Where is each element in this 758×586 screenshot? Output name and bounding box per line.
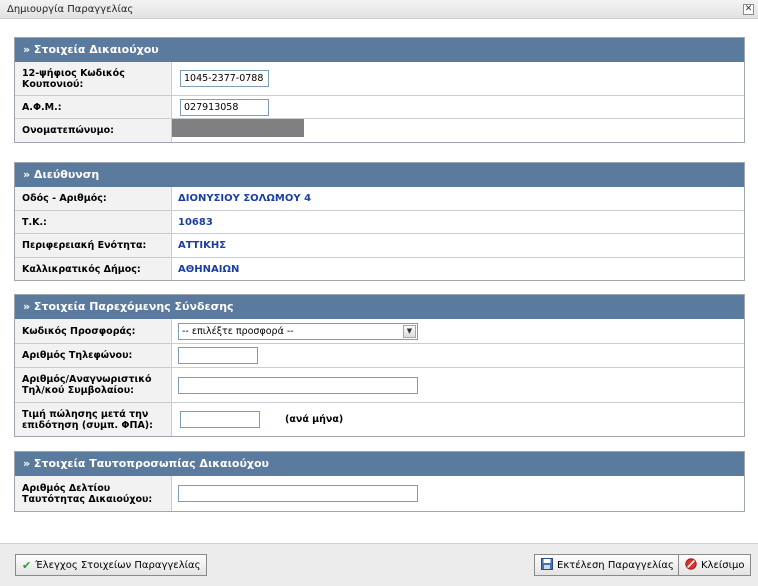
afm-row: Α.Φ.Μ.:	[15, 95, 744, 118]
redacted-name	[172, 119, 304, 137]
section-header: » Στοιχεία Ταυτοπροσωπίας Δικαιούχου	[15, 452, 744, 476]
window-title: Δημιουργία Παραγγελίας	[7, 4, 134, 15]
contract-label: Αριθμός/Αναγνωριστικό Τηλ/κού Συμβολαίου…	[15, 368, 172, 402]
id-input[interactable]	[178, 485, 418, 502]
address-section: » Διεύθυνση Οδός - Αριθμός: ΔΙΟΝΥΣΙΟΥ ΣΟ…	[14, 162, 745, 281]
offer-selected-value: -- επιλέξτε προσφορά --	[182, 325, 294, 337]
execute-order-label: Εκτέλεση Παραγγελίας	[557, 559, 674, 571]
street-value: ΔΙΟΝΥΣΙΟΥ ΣΟΛΩΜΟΥ 4	[178, 193, 312, 204]
price-suffix: (ανά μήνα)	[285, 414, 344, 425]
close-label: Κλείσιμο	[701, 559, 745, 571]
id-label: Αριθμός Δελτίου Ταυτότητας Δικαιούχου:	[15, 476, 172, 511]
street-row: Οδός - Αριθμός: ΔΙΟΝΥΣΙΟΥ ΣΟΛΩΜΟΥ 4	[15, 187, 744, 210]
afm-input[interactable]	[180, 98, 269, 116]
section-header: » Στοιχεία Παρεχόμενης Σύνδεσης	[15, 295, 744, 319]
contract-row: Αριθμός/Αναγνωριστικό Τηλ/κού Συμβολαίου…	[15, 367, 744, 402]
region-value: ΑΤΤΙΚΗΣ	[178, 240, 227, 251]
offer-label: Κωδικός Προσφοράς:	[15, 319, 172, 343]
form-content: » Στοιχεία Δικαιούχου 12-ψήφιος Κωδικός …	[0, 19, 758, 543]
coupon-row: 12-ψήφιος Κωδικός Κουπονιού:	[15, 62, 744, 95]
close-button[interactable]: Κλείσιμο	[678, 554, 752, 576]
region-row: Περιφερειακή Ενότητα: ΑΤΤΙΚΗΣ	[15, 233, 744, 257]
coupon-label: 12-ψήφιος Κωδικός Κουπονιού:	[15, 62, 172, 95]
coupon-input[interactable]	[180, 70, 269, 87]
beneficiary-section: » Στοιχεία Δικαιούχου 12-ψήφιος Κωδικός …	[14, 37, 745, 143]
zip-value: 10683	[178, 216, 213, 228]
street-label: Οδός - Αριθμός:	[15, 187, 172, 210]
check-order-button[interactable]: ✔ Έλεγχος Στοιχείων Παραγγελίας	[15, 554, 208, 576]
section-header: » Στοιχεία Δικαιούχου	[15, 38, 744, 62]
zip-row: Τ.Κ.: 10683	[15, 210, 744, 233]
phone-label: Αριθμός Τηλεφώνου:	[15, 344, 172, 367]
price-row: Τιμή πώλησης μετά την επιδότηση (συμπ. Φ…	[15, 402, 744, 436]
name-label: Ονοματεπώνυμο:	[15, 119, 172, 142]
no-entry-icon	[685, 557, 697, 573]
offer-row: Κωδικός Προσφοράς: -- επιλέξτε προσφορά …	[15, 319, 744, 343]
contract-input[interactable]	[178, 376, 418, 394]
offer-select[interactable]: -- επιλέξτε προσφορά -- ▼	[178, 322, 418, 340]
price-label: Τιμή πώλησης μετά την επιδότηση (συμπ. Φ…	[15, 403, 172, 436]
floppy-icon	[541, 557, 553, 573]
section-header: » Διεύθυνση	[15, 163, 744, 187]
phone-input[interactable]	[178, 347, 258, 364]
phone-row: Αριθμός Τηλεφώνου:	[15, 343, 744, 367]
municipality-label: Καλλικρατικός Δήμος:	[15, 258, 172, 280]
connection-section: » Στοιχεία Παρεχόμενης Σύνδεσης Κωδικός …	[14, 294, 745, 437]
municipality-row: Καλλικρατικός Δήμος: ΑΘΗΝΑΙΩΝ	[15, 257, 744, 280]
afm-label: Α.Φ.Μ.:	[15, 96, 172, 118]
execute-order-button[interactable]: Εκτέλεση Παραγγελίας	[534, 554, 681, 576]
identity-section: » Στοιχεία Ταυτοπροσωπίας Δικαιούχου Αρι…	[14, 451, 745, 512]
check-icon: ✔	[22, 558, 32, 572]
municipality-value: ΑΘΗΝΑΙΩΝ	[178, 263, 240, 275]
title-bar: Δημιουργία Παραγγελίας ✕	[0, 0, 758, 19]
region-label: Περιφερειακή Ενότητα:	[15, 234, 172, 257]
id-row: Αριθμός Δελτίου Ταυτότητας Δικαιούχου:	[15, 476, 744, 511]
close-icon[interactable]: ✕	[743, 4, 754, 15]
chevron-down-icon[interactable]: ▼	[403, 324, 416, 338]
footer-bar: ✔ Έλεγχος Στοιχείων Παραγγελίας Εκτέλεση…	[0, 543, 758, 586]
name-row: Ονοματεπώνυμο:	[15, 118, 744, 142]
check-order-label: Έλεγχος Στοιχείων Παραγγελίας	[35, 559, 201, 571]
price-input[interactable]	[180, 411, 260, 428]
zip-label: Τ.Κ.:	[15, 211, 172, 233]
